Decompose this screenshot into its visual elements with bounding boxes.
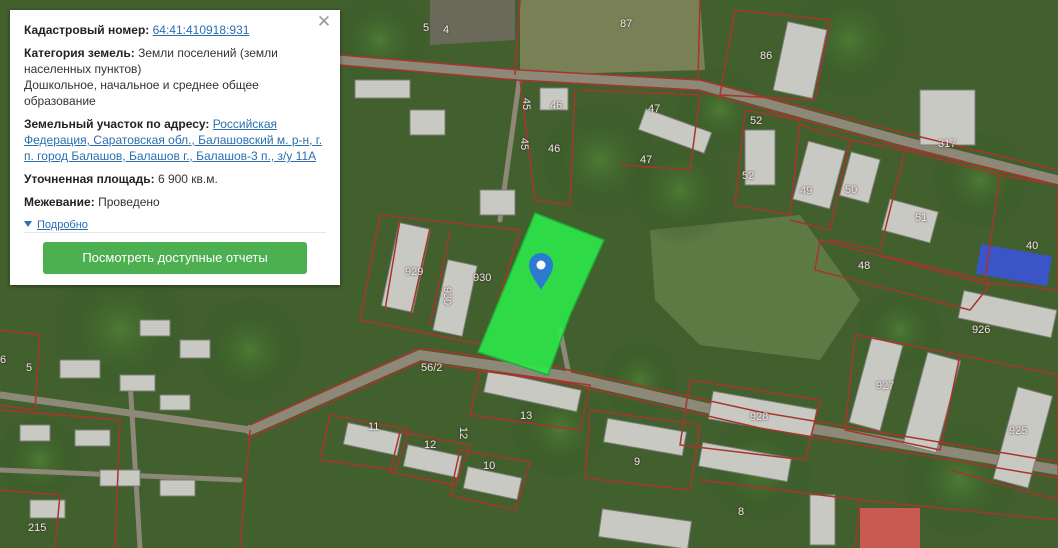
yard — [430, 0, 515, 45]
area-label: Уточненная площадь: — [24, 172, 155, 186]
details-toggle[interactable]: Подробно — [24, 217, 326, 233]
divider — [24, 232, 326, 233]
details-link[interactable]: Подробно — [37, 219, 88, 231]
caret-down-icon — [24, 221, 32, 227]
cadastral-number-label: Кадастровый номер: — [24, 23, 150, 37]
cadastral-number-row: Кадастровый номер: 64:41:410918:931 — [24, 22, 326, 38]
permitted-use: Дошкольное, начальное и среднее общее об… — [24, 78, 259, 108]
land-category-label: Категория земель: — [24, 46, 135, 60]
cadastral-number-link[interactable]: 64:41:410918:931 — [153, 23, 250, 37]
land-category-row: Категория земель: Земли поселений (земли… — [24, 45, 326, 77]
survey-value: Проведено — [98, 195, 160, 209]
survey-row: Межевание: Проведено — [24, 194, 326, 210]
address-label: Земельный участок по адресу: — [24, 117, 210, 131]
area-value: 6 900 кв.м. — [157, 172, 218, 186]
survey-label: Межевание: — [24, 195, 95, 209]
parcel-info-popup: ✕ Кадастровый номер: 64:41:410918:931 Ка… — [10, 10, 340, 285]
red-roof-building — [860, 508, 920, 548]
view-reports-button[interactable]: Посмотреть доступные отчеты — [43, 242, 307, 274]
close-icon[interactable]: ✕ — [316, 13, 332, 30]
area-row: Уточненная площадь: 6 900 кв.м. — [24, 171, 326, 187]
field — [520, 0, 705, 75]
address-row: Земельный участок по адресу: Российская … — [24, 116, 326, 164]
